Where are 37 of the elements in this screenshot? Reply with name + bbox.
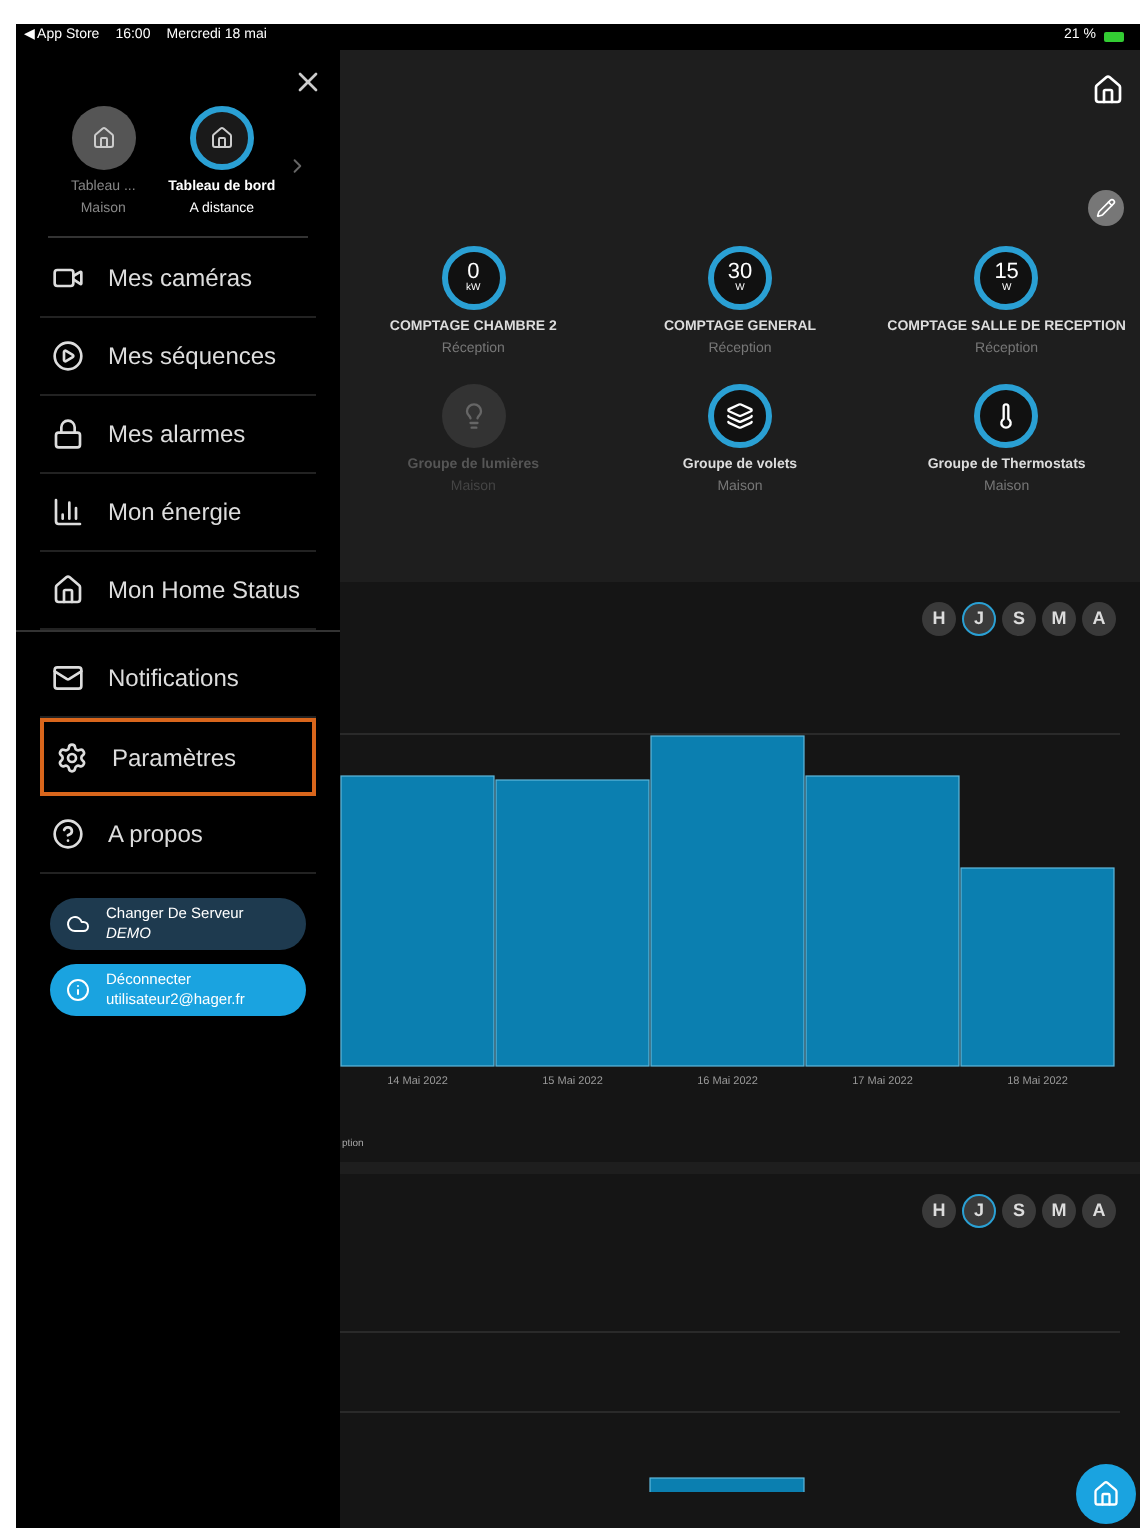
period-button[interactable]: H [922, 602, 956, 636]
mail-icon [52, 662, 84, 694]
menu-item[interactable]: Mon Home Status [40, 552, 316, 630]
period-button[interactable]: M [1042, 602, 1076, 636]
period-button[interactable]: S [1002, 602, 1036, 636]
question-mark-icon [52, 818, 84, 850]
info-icon [66, 978, 90, 1002]
group-button[interactable] [707, 384, 772, 448]
period-button[interactable]: J [962, 602, 996, 636]
home-icon [209, 126, 234, 150]
period-button[interactable]: H [922, 1194, 956, 1228]
period-button[interactable]: A [1082, 1194, 1116, 1228]
cloud-icon [66, 912, 90, 936]
home-icon [52, 574, 84, 606]
period-button[interactable]: A [1082, 602, 1116, 636]
period-button[interactable]: S [1002, 1194, 1036, 1228]
menu-item[interactable]: Mes séquences [40, 318, 316, 396]
home-icon[interactable] [1092, 74, 1124, 106]
edit-button[interactable] [1088, 190, 1124, 226]
home-icon [1092, 1480, 1120, 1508]
menu-item[interactable]: Mes caméras [40, 240, 316, 318]
layers-icon [725, 402, 754, 430]
menu-item[interactable]: Notifications [40, 640, 316, 718]
period-button[interactable]: J [962, 1194, 996, 1228]
menu-item[interactable]: A propos [40, 796, 316, 874]
settings-icon [56, 741, 88, 773]
menu-item[interactable]: Paramètres [40, 718, 316, 796]
period-button[interactable]: M [1042, 1194, 1076, 1228]
bar-chart-icon [52, 496, 84, 528]
battery-icon [1104, 32, 1124, 42]
menu-item[interactable]: Mes alarmes [40, 396, 316, 474]
menu-item[interactable]: Mon énergie [40, 474, 316, 552]
group-button[interactable] [974, 384, 1039, 448]
home-icon [91, 126, 116, 150]
pencil-icon [1096, 198, 1116, 218]
play-icon [52, 340, 84, 372]
lock-icon [52, 418, 84, 450]
